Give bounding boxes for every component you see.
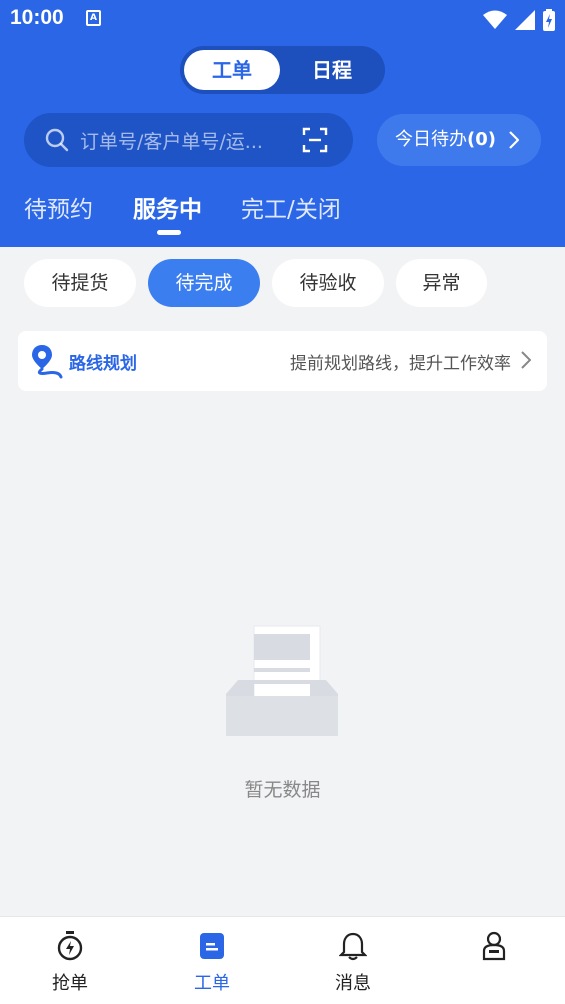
todo-label: 今日待办: [395, 129, 467, 150]
empty-inbox-icon: [226, 625, 338, 736]
route-pin-icon: [32, 345, 63, 379]
empty-state-text: 暂无数据: [244, 779, 321, 801]
header: 10:00 A 工单 日程 订单号/客户单号/运... 今日待办(0) 待预约 …: [0, 0, 565, 247]
search-placeholder: 订单号/客户单号/运...: [80, 131, 263, 153]
scan-icon[interactable]: [302, 127, 328, 153]
route-planning-banner[interactable]: 路线规划 提前规划路线，提升工作效率: [18, 331, 547, 391]
nav-label: 消息: [335, 973, 371, 994]
chip-exception[interactable]: 异常: [396, 259, 487, 307]
bottom-nav: 抢单 工单 消息: [0, 916, 565, 1004]
segment-workorder[interactable]: 工单: [184, 50, 280, 90]
battery-icon: [543, 9, 555, 31]
tab-in-service[interactable]: 服务中: [133, 190, 202, 224]
view-switch: 工单 日程: [180, 46, 385, 94]
today-todo-button[interactable]: 今日待办(0): [377, 114, 541, 166]
status-tabs: 待预约 服务中 完工/关闭: [0, 190, 565, 230]
chip-pending-complete[interactable]: 待完成: [148, 259, 260, 307]
signal-icon: [515, 10, 535, 30]
nav-grab-order[interactable]: 抢单: [20, 917, 120, 1004]
profile-icon: [482, 931, 506, 961]
chevron-right-icon: [521, 351, 531, 369]
stopwatch-icon: [57, 931, 83, 961]
route-title: 路线规划: [69, 354, 137, 374]
filter-chips: 待提货 待完成 待验收 异常: [0, 259, 565, 307]
segment-schedule[interactable]: 日程: [284, 50, 380, 90]
todo-count: (0): [467, 129, 496, 150]
nav-profile[interactable]: [444, 917, 544, 1004]
nav-label: 抢单: [52, 973, 88, 994]
tab-pending-appointment[interactable]: 待预约: [24, 190, 93, 224]
nav-label: 工单: [194, 973, 230, 994]
notification-icon: A: [86, 10, 101, 26]
nav-messages[interactable]: 消息: [303, 917, 403, 1004]
tab-completed-closed[interactable]: 完工/关闭: [241, 190, 341, 224]
chevron-right-icon: [509, 131, 519, 149]
chip-pending-pickup[interactable]: 待提货: [24, 259, 136, 307]
bell-icon: [339, 932, 367, 961]
search-icon: [45, 128, 69, 152]
search-input[interactable]: 订单号/客户单号/运...: [24, 113, 353, 167]
status-bar: 10:00 A: [0, 0, 565, 40]
document-icon: [200, 933, 224, 959]
tab-indicator: [157, 230, 181, 235]
wifi-icon: [483, 10, 507, 29]
route-description: 提前规划路线，提升工作效率: [290, 354, 511, 374]
nav-workorder[interactable]: 工单: [162, 917, 262, 1004]
clock: 10:00: [10, 6, 64, 29]
status-icons: [483, 9, 555, 31]
chip-pending-acceptance[interactable]: 待验收: [272, 259, 384, 307]
